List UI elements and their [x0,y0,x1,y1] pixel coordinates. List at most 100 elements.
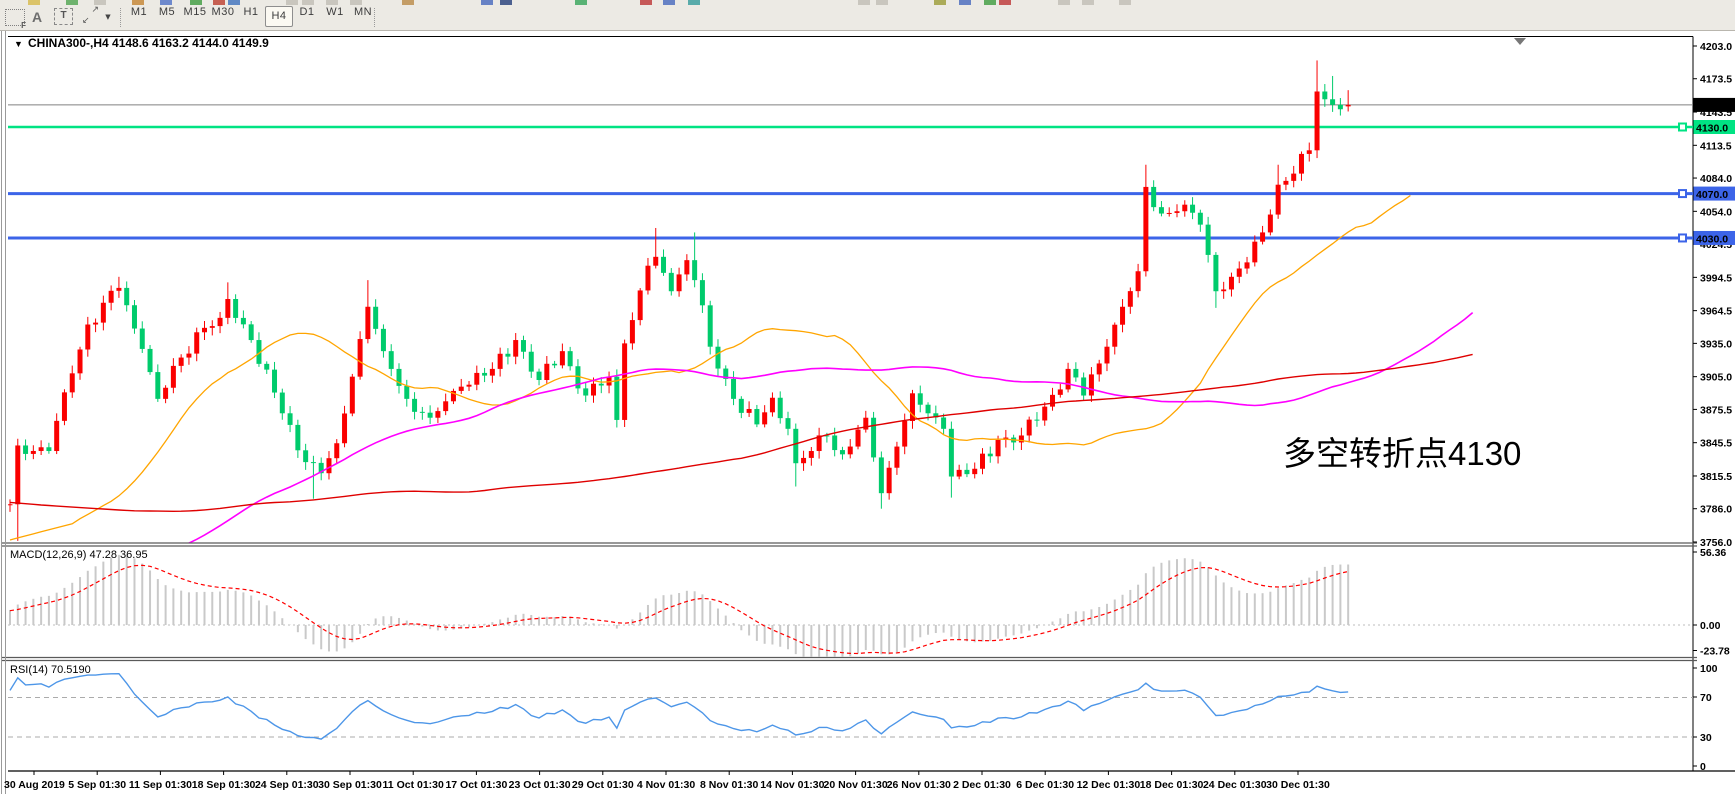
time-tick-label: 11 Sep 01:30 [129,779,192,791]
toolbar-separator [374,8,375,27]
hline-4070-tag: 4070.0 [1694,187,1735,202]
timeframe-toolbar: M1M5M15M30H1H4D1W1MN [125,6,377,29]
timeframe-button-MN[interactable]: MN [349,6,377,27]
clipped-icon-fragment [1058,0,1070,5]
clipped-icon-fragment [984,0,996,5]
clipped-icon-fragment [934,0,946,5]
price-tick-label: 3935.0 [1700,338,1732,350]
timeframe-button-W1[interactable]: W1 [321,6,349,27]
clipped-icon-fragment [402,0,414,5]
insert-text-icon[interactable]: A [28,7,46,27]
hline-4130-tag: 4130.0 [1694,120,1735,135]
clipped-icon-fragment [160,0,172,5]
time-tick-label: 4 Nov 01:30 [637,779,696,791]
clipped-icon-fragment [326,0,338,5]
price-tick-label: 3905.0 [1700,372,1732,384]
price-tick-label: 4054.0 [1700,206,1732,218]
macd-scale-label: -23.78 [1700,646,1730,658]
timeframe-button-H4[interactable]: H4 [265,6,293,27]
time-tick-label: 6 Dec 01:30 [1016,779,1074,791]
time-tick-label: 5 Sep 01:30 [68,779,126,791]
price-tick-label: 4173.5 [1700,74,1732,86]
time-tick-label: 23 Oct 01:30 [509,779,571,791]
dotted-grid-icon[interactable]: F [5,9,25,26]
clipped-icon-fragment [663,0,675,5]
time-tick-label: 30 Dec 01:30 [1266,779,1330,791]
annotation-text[interactable]: 多空转折点4130 [1283,435,1521,472]
chevron-down-icon[interactable]: ▼ [103,7,113,27]
time-tick-label: 24 Dec 01:30 [1203,779,1267,791]
time-tick-label: 11 Oct 01:30 [383,779,444,791]
timeframe-button-D1[interactable]: D1 [293,6,321,27]
clipped-icon-fragment [1082,0,1094,5]
macd-scale-label: 0.00 [1700,620,1721,632]
clipped-icon-fragment [959,0,971,5]
chart-background [0,31,1735,794]
clipped-icon-fragment [688,0,700,5]
time-tick-label: 24 Sep 01:30 [255,779,319,791]
time-tick-label: 14 Nov 01:30 [760,779,824,791]
timeframe-button-M15[interactable]: M15 [181,6,209,27]
rsi-scale-label: 0 [1700,761,1706,773]
chart-window[interactable]: 4203.04173.54143.54113.54084.04054.04024… [0,0,1735,794]
text-label-icon[interactable]: T [54,8,73,25]
clipped-icon-fragment [302,0,314,5]
time-tick-label: 26 Nov 01:30 [887,779,951,791]
time-tick-label: 18 Dec 01:30 [1140,779,1204,791]
timeframe-button-H1[interactable]: H1 [237,6,265,27]
price-tick-label: 4084.0 [1700,173,1732,185]
clipped-icon-fragment [132,0,144,5]
draw-arrows-icon[interactable]: ↗↙ [82,7,99,25]
timeframe-button-M1[interactable]: M1 [125,6,153,27]
rsi-scale-label: 30 [1700,732,1712,744]
svg-text:4030.0: 4030.0 [1696,233,1728,245]
price-tick-label: 4203.0 [1700,41,1732,53]
timeframe-button-M30[interactable]: M30 [209,6,237,27]
clipped-icon-fragment [858,0,870,5]
clipped-icon-fragment [213,0,225,5]
clipped-icon-fragment [1119,0,1131,5]
price-tick-label: 3845.5 [1700,438,1732,450]
time-tick-label: 20 Nov 01:30 [823,779,887,791]
clipped-icon-fragment [28,0,40,5]
current-price-tag: 4149.9 [1694,98,1735,113]
rsi-scale-label: 100 [1700,663,1718,675]
svg-text:4070.0: 4070.0 [1696,189,1728,201]
clipped-icon-fragment [500,0,512,5]
toolbar: F A T ↗↙ ▼ M1M5M15M30H1H4D1W1MN [0,0,1735,31]
time-tick-label: 30 Sep 01:30 [318,779,382,791]
price-tick-label: 3964.5 [1700,306,1732,318]
price-tick-label: 3994.5 [1700,272,1732,284]
application-window: F A T ↗↙ ▼ M1M5M15M30H1H4D1W1MN 4203.0 41… [0,0,1735,794]
price-tick-label: 3815.5 [1700,471,1732,483]
time-tick-label: 18 Sep 01:30 [192,779,256,791]
clipped-icon-fragment [66,0,78,5]
time-tick-label: 8 Nov 01:30 [700,779,759,791]
clipped-icon-fragment [640,0,652,5]
time-tick-label: 29 Oct 01:30 [572,779,634,791]
clipped-icon-fragment [190,0,202,5]
clipped-icon-fragment [350,0,362,5]
timeframe-button-M5[interactable]: M5 [153,6,181,27]
hline-4130-handle[interactable] [1679,124,1686,131]
clipped-icon-fragment [228,0,240,5]
clipped-icon-fragment [575,0,587,5]
time-tick-label: 12 Dec 01:30 [1077,779,1141,791]
macd-scale-label: 56.36 [1700,547,1726,559]
price-tick-label: 3786.0 [1700,504,1732,516]
hline-4070-handle[interactable] [1679,190,1686,197]
time-tick-label: 2 Dec 01:30 [953,779,1011,791]
price-tick-label: 4113.5 [1700,140,1732,152]
rsi-label: RSI(14) 70.5190 [10,664,91,676]
clipped-icon-fragment [286,0,298,5]
hline-4030-handle[interactable] [1679,234,1686,241]
symbol-dropdown-arrow[interactable]: ▼ [14,39,23,49]
chart-title: CHINA300-,H4 4148.6 4163.2 4144.0 4149.9 [28,36,269,50]
svg-text:4130.0: 4130.0 [1696,123,1728,135]
time-tick-label: 17 Oct 01:30 [445,779,507,791]
price-tick-label: 3875.5 [1700,404,1732,416]
time-tick-label: 30 Aug 2019 [4,779,65,791]
clipped-icon-fragment [481,0,493,5]
hline-4030-tag: 4030.0 [1694,231,1735,246]
svg-text:4149.9: 4149.9 [1696,100,1728,112]
